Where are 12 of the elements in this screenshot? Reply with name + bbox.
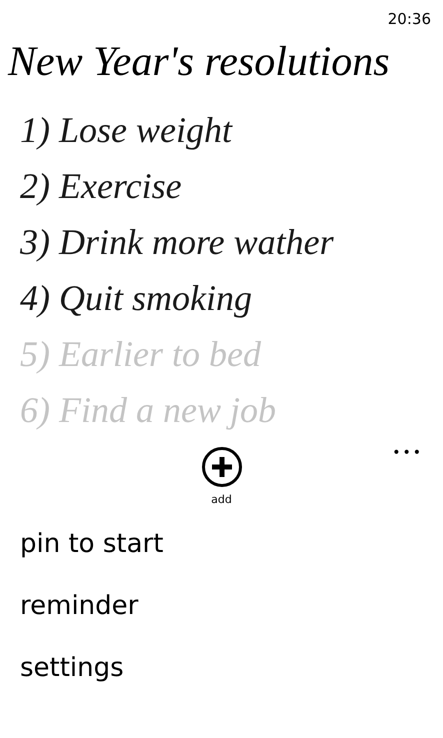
page-title: New Year's resolutions	[6, 38, 391, 87]
resolution-item[interactable]: 1) Lose weight	[20, 102, 423, 158]
resolution-item[interactable]: 2) Exercise	[20, 158, 423, 214]
more-button[interactable]: •••	[392, 446, 423, 460]
add-icon	[200, 446, 242, 488]
resolution-item[interactable]: 4) Quit smoking	[20, 270, 423, 326]
menu-item[interactable]: pin to start	[20, 512, 164, 574]
status-time: 20:36	[388, 9, 431, 30]
menu-item[interactable]: reminder	[20, 574, 138, 636]
add-button[interactable]: add	[200, 446, 242, 508]
resolution-item[interactable]: 3) Drink more wather	[20, 214, 423, 270]
menu-item[interactable]: settings	[20, 636, 124, 698]
